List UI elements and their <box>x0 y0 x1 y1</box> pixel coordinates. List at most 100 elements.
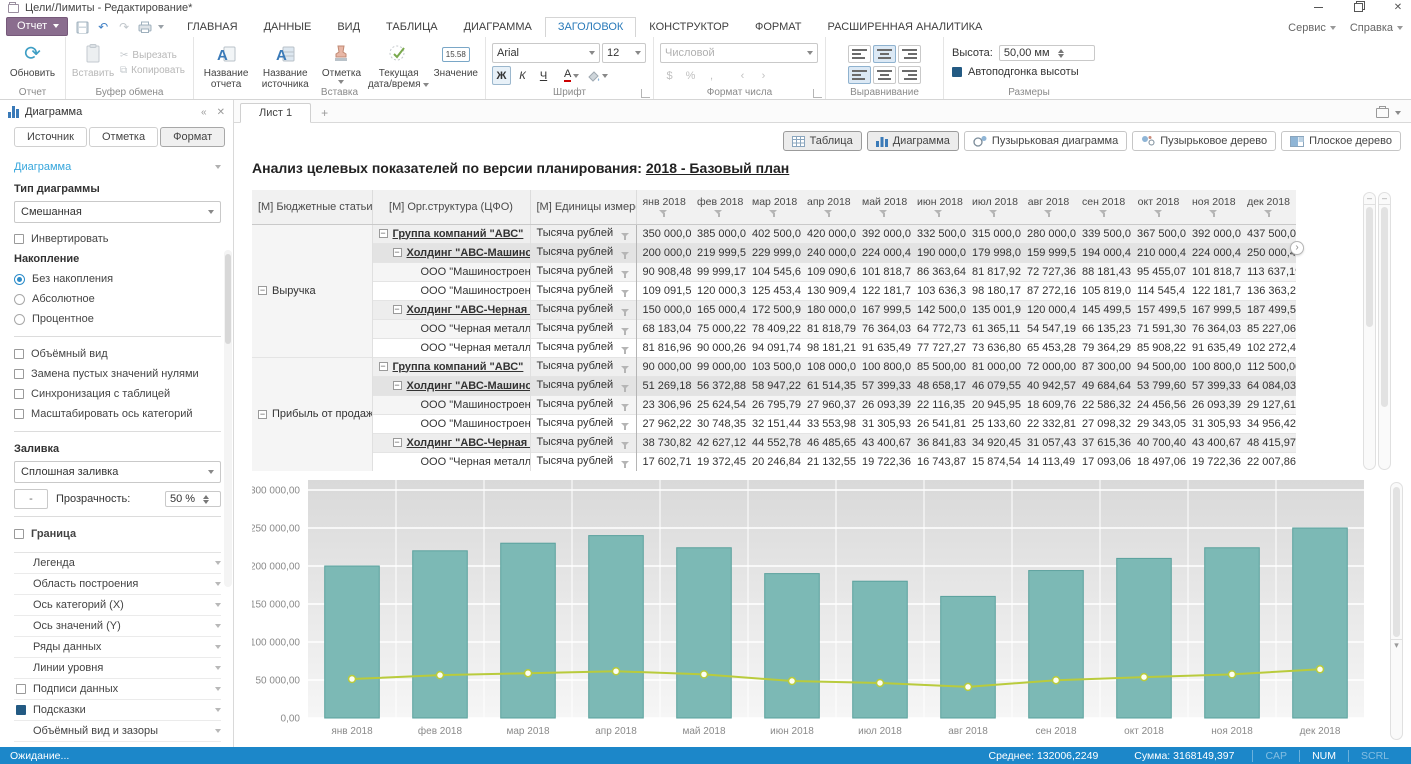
collapse-icon[interactable]: − <box>258 286 267 295</box>
fill-type-select[interactable]: Сплошная заливка <box>14 461 221 483</box>
value-cell[interactable]: 34 956,42 <box>1241 414 1296 433</box>
value-cell[interactable]: 34 920,45 <box>966 433 1021 452</box>
filter-funnel-icon[interactable] <box>621 460 630 468</box>
filter-funnel-icon[interactable] <box>769 209 778 217</box>
org-structure-cell[interactable]: ООО "Машиностроение-2" <box>372 281 530 300</box>
value-cell[interactable]: 159 999,52 <box>1021 243 1076 262</box>
value-cell[interactable]: 187 499,52 <box>1241 300 1296 319</box>
height-input[interactable]: 50,00 мм <box>999 45 1095 61</box>
collapse-icon[interactable]: − <box>258 410 267 419</box>
value-cell[interactable]: 112 500,00 <box>1241 357 1296 376</box>
value-cell[interactable]: 99 000,00 <box>691 357 746 376</box>
org-name-link[interactable]: Группа компаний "АВС" <box>393 361 524 373</box>
org-structure-cell[interactable]: ООО "Черная металлургия-2" <box>372 338 530 357</box>
ribbon-tab-заголовок[interactable]: ЗАГОЛОВОК <box>545 17 636 37</box>
collapse-icon[interactable]: − <box>379 362 388 371</box>
panel-section-подсказки[interactable]: Подсказки <box>14 700 221 721</box>
unit-cell[interactable]: Тысяча рублей <box>530 319 636 338</box>
font-dialog-launcher[interactable] <box>641 89 650 98</box>
value-cell[interactable]: 240 000,00 <box>801 243 856 262</box>
ribbon-tab-главная[interactable]: ГЛАВНАЯ <box>174 17 250 37</box>
panel-close-button[interactable]: ✕ <box>217 107 225 118</box>
value-cell[interactable]: 125 453,42 <box>746 281 801 300</box>
value-cell[interactable]: 14 113,49 <box>1021 452 1076 471</box>
help-menu[interactable]: Справка <box>1350 22 1403 34</box>
month-header[interactable]: мар 2018 <box>746 190 801 224</box>
border-checkbox[interactable] <box>14 529 24 539</box>
value-cell[interactable]: 53 799,60 <box>1131 376 1186 395</box>
value-cell[interactable]: 51 269,18 <box>636 376 691 395</box>
filter-funnel-icon[interactable] <box>621 365 630 373</box>
value-cell[interactable]: 27 962,22 <box>636 414 691 433</box>
org-structure-cell[interactable]: −Холдинг "АВС-Черная металлургия" <box>372 433 530 452</box>
value-cell[interactable]: 26 093,39 <box>1186 395 1241 414</box>
value-cell[interactable]: 57 399,33 <box>856 376 911 395</box>
value-cell[interactable]: 30 748,35 <box>691 414 746 433</box>
value-cell[interactable]: 402 500,00 <box>746 224 801 243</box>
value-cell[interactable]: 180 000,00 <box>801 300 856 319</box>
checkbox[interactable] <box>16 705 26 715</box>
unit-cell[interactable]: Тысяча рублей <box>530 433 636 452</box>
value-cell[interactable]: 130 909,40 <box>801 281 856 300</box>
org-structure-cell[interactable]: ООО "Черная металлургия-1" <box>372 452 530 471</box>
value-cell[interactable]: 145 499,52 <box>1076 300 1131 319</box>
checkbox[interactable] <box>14 409 24 419</box>
filter-funnel-icon[interactable] <box>879 209 888 217</box>
value-cell[interactable]: 392 000,00 <box>1186 224 1241 243</box>
panel-tab-формат[interactable]: Формат <box>160 127 225 147</box>
filter-funnel-icon[interactable] <box>621 422 630 430</box>
filter-funnel-icon[interactable] <box>621 289 630 297</box>
value-cell[interactable]: 27 098,32 <box>1076 414 1131 433</box>
bold-button[interactable]: Ж <box>492 66 511 85</box>
value-cell[interactable]: 25 624,54 <box>691 395 746 414</box>
org-structure-cell[interactable]: ООО "Машиностроение-2" <box>372 414 530 433</box>
transparency-input[interactable]: 50 % <box>165 491 221 507</box>
value-cell[interactable]: 71 591,30 <box>1131 319 1186 338</box>
number-dialog-launcher[interactable] <box>813 89 822 98</box>
unit-cell[interactable]: Тысяча рублей <box>530 357 636 376</box>
plan-version-link[interactable]: 2018 - Базовый план <box>646 160 789 176</box>
bar[interactable] <box>413 551 468 718</box>
value-cell[interactable]: 280 000,00 <box>1021 224 1076 243</box>
value-cell[interactable]: 22 332,81 <box>1021 414 1076 433</box>
value-cell[interactable]: 165 000,48 <box>691 300 746 319</box>
value-cell[interactable]: 64 772,73 <box>911 319 966 338</box>
value-cell[interactable]: 179 998,09 <box>966 243 1021 262</box>
value-cell[interactable]: 101 818,70 <box>1186 262 1241 281</box>
value-cell[interactable]: 94 091,74 <box>746 338 801 357</box>
value-cell[interactable]: 136 363,29 <box>1241 281 1296 300</box>
org-structure-cell[interactable]: −Холдинг "АВС-Черная металлургия" <box>372 300 530 319</box>
value-cell[interactable]: 99 999,17 <box>691 262 746 281</box>
checkbox[interactable] <box>14 369 24 379</box>
org-name-link[interactable]: Холдинг "АВС-Машиностроение" <box>407 380 531 392</box>
filter-funnel-icon[interactable] <box>1099 209 1108 217</box>
value-cell[interactable]: 142 500,00 <box>911 300 966 319</box>
cut-button[interactable]: ✂Вырезать <box>116 49 189 62</box>
value-cell[interactable]: 100 800,00 <box>1186 357 1241 376</box>
bar[interactable] <box>853 581 908 718</box>
service-menu[interactable]: Сервис <box>1288 22 1336 34</box>
value-cell[interactable]: 190 000,00 <box>911 243 966 262</box>
copy-button[interactable]: ⧉Копировать <box>116 64 189 77</box>
report-name-button[interactable]: A Название отчета <box>198 39 254 90</box>
value-cell[interactable]: 81 818,79 <box>801 319 856 338</box>
value-cell[interactable]: 31 305,93 <box>856 414 911 433</box>
line-marker[interactable] <box>437 672 444 679</box>
value-cell[interactable]: 72 727,36 <box>1021 262 1076 281</box>
value-cell[interactable]: 18 497,06 <box>1131 452 1186 471</box>
org-structure-cell[interactable]: −Холдинг "АВС-Машиностроение" <box>372 243 530 262</box>
bar[interactable] <box>941 596 996 718</box>
radio-button[interactable] <box>14 294 25 305</box>
line-marker[interactable] <box>349 676 356 683</box>
checkbox[interactable] <box>14 349 24 359</box>
filter-funnel-icon[interactable] <box>934 209 943 217</box>
value-cell[interactable]: 65 453,28 <box>1021 338 1076 357</box>
value-cell[interactable]: 27 960,37 <box>801 395 856 414</box>
value-cell[interactable]: 78 409,22 <box>746 319 801 338</box>
fill-color-button[interactable] <box>584 66 611 85</box>
radio-button[interactable] <box>14 274 25 285</box>
org-name-link[interactable]: Холдинг "АВС-Машиностроение" <box>407 247 531 259</box>
value-cell[interactable]: 219 999,52 <box>691 243 746 262</box>
value-cell[interactable]: 17 602,71 <box>636 452 691 471</box>
value-cell[interactable]: 81 000,00 <box>966 357 1021 376</box>
